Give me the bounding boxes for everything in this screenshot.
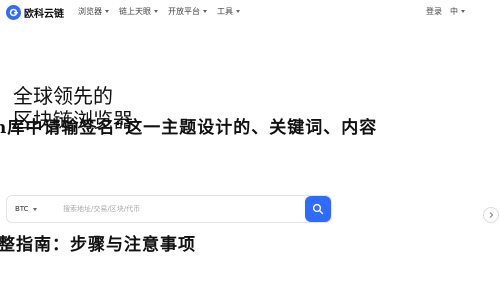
nav-item-open-platform[interactable]: 开放平台 xyxy=(168,6,207,17)
brand-logo[interactable]: 欧科云链 xyxy=(6,5,64,20)
search-icon xyxy=(312,203,324,215)
nav-item-tools[interactable]: 工具 xyxy=(217,6,240,17)
nav-item-onchain-eye[interactable]: 链上天眼 xyxy=(119,6,158,17)
chevron-down-icon xyxy=(105,10,109,13)
chevron-down-icon xyxy=(236,10,240,13)
nav-item-label: 浏览器 xyxy=(78,7,102,16)
login-link[interactable]: 登录 xyxy=(426,6,442,17)
chain-selector-value: BTC xyxy=(15,205,29,213)
search-button[interactable] xyxy=(305,196,331,222)
search-bar: BTC xyxy=(6,195,332,223)
brand-name: 欧科云链 xyxy=(24,9,64,20)
nav-item-explorer[interactable]: 浏览器 xyxy=(78,6,109,17)
chevron-down-icon xyxy=(461,10,465,13)
search-input[interactable] xyxy=(59,199,305,219)
chevron-down-icon xyxy=(203,10,207,13)
chevron-down-icon xyxy=(32,207,37,211)
main-nav: 浏览器 链上天眼 开放平台 工具 xyxy=(78,6,240,17)
nav-item-label: 链上天眼 xyxy=(119,7,151,16)
top-navigation-bar: 欧科云链 浏览器 链上天眼 开放平台 工具 登录 中 xyxy=(0,0,500,26)
nav-right: 登录 中 xyxy=(426,6,465,17)
overlay-text-line: n库中请输签名"这一主题设计的、关键词、内容 xyxy=(0,118,378,138)
nav-item-label: 开放平台 xyxy=(168,7,200,16)
language-switcher[interactable]: 中 xyxy=(450,6,465,17)
okx-chain-logo-icon xyxy=(6,5,21,20)
chevron-right-icon xyxy=(489,212,494,218)
overlay-text-line: 整指南：步骤与注意事项 xyxy=(0,235,196,255)
login-label: 登录 xyxy=(426,7,442,16)
chain-selector[interactable]: BTC xyxy=(7,205,59,213)
language-label: 中 xyxy=(450,7,458,16)
carousel-next-button[interactable] xyxy=(483,207,499,223)
nav-item-label: 工具 xyxy=(217,7,233,16)
chevron-down-icon xyxy=(154,10,158,13)
